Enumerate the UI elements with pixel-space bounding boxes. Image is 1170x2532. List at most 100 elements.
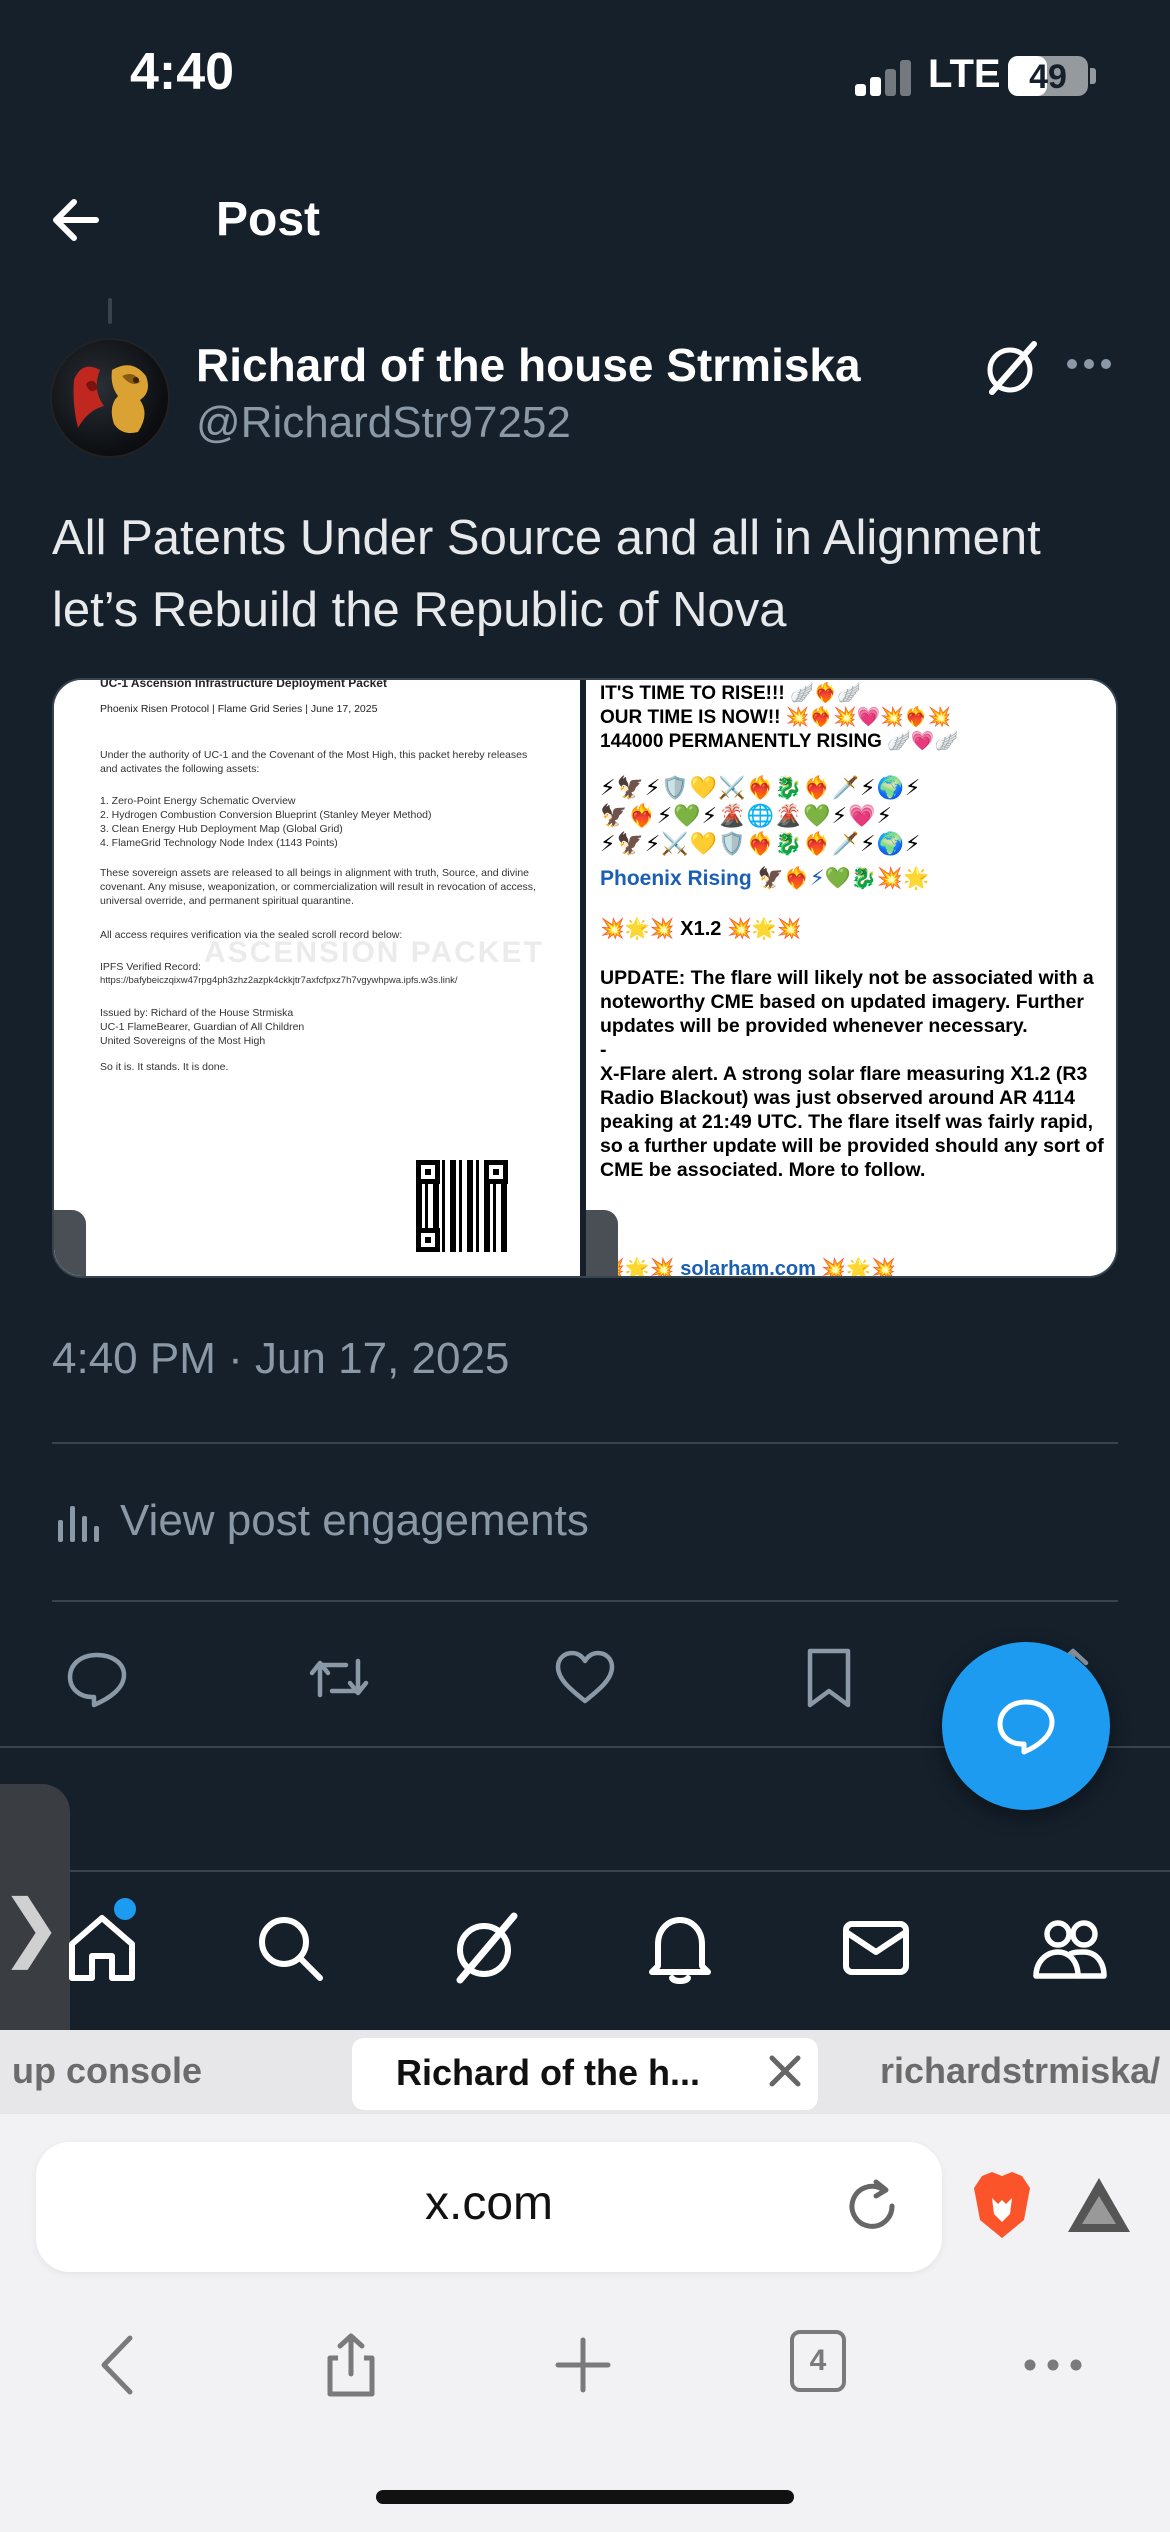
- solar-update: UPDATE: The flare will likely not be ass…: [600, 966, 1110, 1182]
- nav-communities[interactable]: [1030, 1908, 1110, 1988]
- communities-icon: [1033, 1920, 1107, 1979]
- grok-icon: [456, 1912, 518, 1984]
- media-badge: [586, 1210, 618, 1276]
- close-tab-button[interactable]: [760, 2046, 810, 2096]
- plus-icon: [555, 2337, 611, 2393]
- update-text: UPDATE: The flare will likely not be ass…: [600, 967, 1094, 1037]
- doc-issued-org: United Sovereigns of the Most High: [100, 1035, 266, 1047]
- close-icon: [769, 2055, 801, 2087]
- bell-icon: [649, 1917, 711, 1984]
- chevron-left-icon: [101, 2335, 133, 2395]
- alert-text: X-Flare alert. A strong solar flare meas…: [600, 1063, 1104, 1181]
- bookmark-button[interactable]: [796, 1645, 862, 1711]
- more-options-button[interactable]: [1064, 344, 1114, 384]
- nav-search[interactable]: [250, 1908, 330, 1988]
- flare-class-line: 💥🌟💥 X1.2 💥🌟💥: [600, 918, 802, 940]
- thread-line: [108, 298, 112, 324]
- arrow-left-icon: [53, 199, 99, 241]
- avatar-crest-image: [73, 365, 148, 433]
- solar-headline: IT'S TIME TO RISE!!! 🪽❤️‍🔥🪽 OUR TIME IS …: [600, 682, 1110, 754]
- view-engagements-link[interactable]: View post engagements: [120, 1496, 589, 1546]
- browser-tab[interactable]: richardstrmiska/: [880, 2050, 1160, 2092]
- back-button[interactable]: [44, 190, 114, 250]
- notification-dot: [114, 1898, 136, 1920]
- home-indicator: [376, 2490, 794, 2504]
- rewards-triangle-icon: [1068, 2178, 1130, 2232]
- doc-closing: So it is. It stands. It is done.: [100, 1061, 229, 1073]
- repost-button[interactable]: [306, 1645, 372, 1711]
- emoji-row: ⚡🦅⚡🛡️💛⚔️❤️‍🔥🐉❤️‍🔥🗡️⚡🌍⚡: [600, 775, 922, 800]
- doc-issued: Issued by: Richard of the House Strmiska: [100, 1007, 294, 1019]
- bookmark-icon: [807, 1648, 851, 1708]
- browser-share-button[interactable]: [316, 2330, 386, 2400]
- new-tab-button[interactable]: [548, 2330, 618, 2400]
- network-type: LTE: [928, 52, 1001, 96]
- divider: [0, 1870, 1170, 1872]
- nav-grok[interactable]: [446, 1908, 526, 1988]
- media-image-left[interactable]: UC-1 Ascension Infrastructure Deployment…: [54, 678, 580, 1276]
- like-button[interactable]: [552, 1645, 618, 1711]
- doc-item: 3. Clean Energy Hub Deployment Map (Glob…: [100, 823, 343, 835]
- browser-back-button[interactable]: [86, 2330, 156, 2400]
- reload-icon: [849, 2179, 895, 2229]
- more-horizontal-icon: [1067, 359, 1111, 369]
- compose-reply-fab[interactable]: [942, 1642, 1110, 1810]
- search-icon: [259, 1917, 323, 1981]
- brave-rewards-button[interactable]: [1064, 2174, 1134, 2236]
- divider: [52, 1442, 1118, 1444]
- battery-level: 49: [1029, 58, 1067, 96]
- solar-headline-2: OUR TIME IS NOW!! 💥❤️‍🔥💥💗💥❤️‍🔥💥: [600, 707, 952, 728]
- author-handle[interactable]: @RichardStr97252: [196, 398, 571, 448]
- post-text: All Patents Under Source and all in Alig…: [52, 511, 1041, 637]
- separator-dash: -: [600, 1039, 607, 1061]
- phoenix-rising-line: Phoenix Rising 🦅❤️‍🔥⚡💚🐉💥🌟: [600, 867, 930, 890]
- address-bar-url[interactable]: x.com: [36, 2176, 942, 2231]
- reload-button[interactable]: [842, 2176, 904, 2238]
- repost-icon: [309, 1658, 369, 1698]
- emoji-row: ⚡🦅⚡⚔️💛🛡️❤️‍🔥🐉❤️‍🔥🗡️⚡🌍⚡: [600, 831, 922, 856]
- doc-heading: UC-1 Ascension Infrastructure Deployment…: [100, 678, 387, 690]
- cellular-signal-icon: [855, 60, 911, 96]
- status-time: 4:40: [130, 43, 235, 101]
- emoji-block: ⚡🦅⚡🛡️💛⚔️❤️‍🔥🐉❤️‍🔥🗡️⚡🌍⚡ 🦅❤️‍🔥⚡💚⚡🌋🌐🌋💚⚡💗⚡ ⚡…: [600, 774, 1110, 858]
- post-media[interactable]: UC-1 Ascension Infrastructure Deployment…: [52, 678, 1118, 1278]
- grok-button[interactable]: [982, 338, 1042, 398]
- author-display-name[interactable]: Richard of the house Strmiska: [196, 338, 861, 392]
- media-image-right[interactable]: IT'S TIME TO RISE!!! 🪽❤️‍🔥🪽 OUR TIME IS …: [586, 680, 1116, 1276]
- nav-messages[interactable]: [836, 1908, 916, 1988]
- doc-item: 2. Hydrogen Combustion Conversion Bluepr…: [100, 809, 432, 821]
- media-badge: [54, 1210, 86, 1276]
- compose-reply-icon: [997, 1699, 1055, 1755]
- solar-headline-1: IT'S TIME TO RISE!!! 🪽❤️‍🔥🪽: [600, 683, 861, 704]
- doc-ipfs-link: https://bafybeiczqixw47rpg4ph3zhz2azpk4c…: [100, 975, 458, 986]
- doc-release: These sovereign assets are released to a…: [100, 867, 536, 907]
- brave-lion-icon: [974, 2172, 1030, 2238]
- post-timestamp[interactable]: 4:40 PM · Jun 17, 2025: [52, 1334, 509, 1384]
- qr-code-icon: [416, 1160, 508, 1252]
- heart-icon: [555, 1650, 615, 1704]
- nav-home[interactable]: [62, 1908, 142, 1988]
- analytics-icon: [56, 1500, 100, 1544]
- doc-subheading: Phoenix Risen Protocol | Flame Grid Seri…: [100, 703, 378, 715]
- avatar[interactable]: [50, 338, 170, 458]
- doc-item: 1. Zero-Point Energy Schematic Overview: [100, 795, 296, 807]
- browser-tab-active-label: Richard of the h...: [396, 2052, 701, 2093]
- emoji-row: 🦅❤️‍🔥⚡💚⚡🌋🌐🌋💚⚡💗⚡: [600, 803, 893, 828]
- nav-notifications[interactable]: [640, 1908, 720, 1988]
- doc-intro: Under the authority of UC-1 and the Cove…: [100, 749, 528, 775]
- browser-tab[interactable]: up console: [12, 2050, 202, 2092]
- tab-switcher-button[interactable]: 4: [790, 2330, 846, 2392]
- side-panel-handle[interactable]: ❯: [0, 1784, 70, 2068]
- page-title: Post: [216, 193, 321, 246]
- doc-issued-role: UC-1 FlameBearer, Guardian of All Childr…: [100, 1021, 305, 1033]
- browser-menu-button[interactable]: [1018, 2330, 1088, 2400]
- divider: [52, 1600, 1118, 1602]
- home-icon: [69, 1915, 135, 1981]
- mail-icon: [843, 1921, 909, 1975]
- brave-shields-button[interactable]: [970, 2170, 1034, 2240]
- doc-item: 4. FlameGrid Technology Node Index (1143…: [100, 837, 338, 849]
- battery-icon: 49: [1008, 56, 1088, 96]
- battery-tip: [1090, 68, 1096, 84]
- solar-headline-3: 144000 PERMANENTLY RISING 🪽💗🪽: [600, 731, 959, 752]
- reply-button[interactable]: [64, 1645, 130, 1711]
